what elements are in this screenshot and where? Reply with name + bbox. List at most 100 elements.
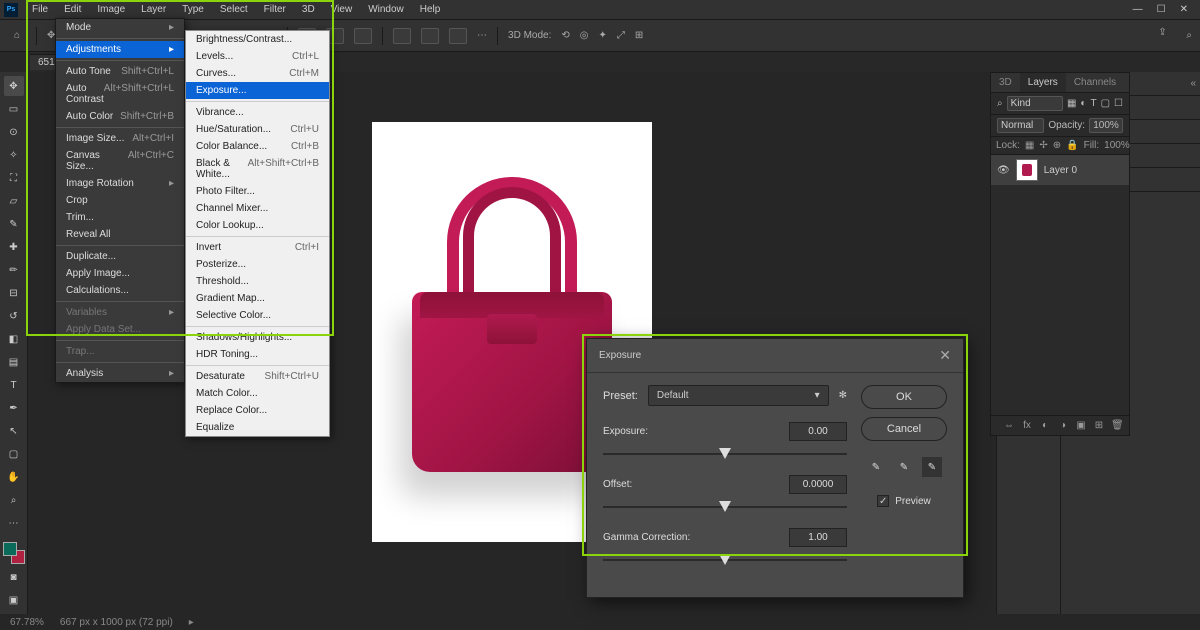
eyedropper-tool[interactable]: ✎ (4, 214, 24, 234)
submenu-item[interactable]: Black & White...Alt+Shift+Ctrl+B (186, 155, 329, 183)
stamp-tool[interactable]: ⊟ (4, 283, 24, 303)
frame-tool[interactable]: ▱ (4, 191, 24, 211)
share-icon[interactable]: ⇪ (1158, 27, 1176, 45)
cancel-button[interactable]: Cancel (861, 417, 947, 441)
visibility-icon[interactable]: 👁 (997, 165, 1010, 176)
filter-adjust-icon[interactable]: ◐ (1080, 98, 1086, 109)
distribute-btn-3[interactable] (449, 28, 467, 44)
submenu-item[interactable]: Threshold... (186, 273, 329, 290)
search-icon[interactable]: ⌕ (1186, 30, 1192, 41)
menu-3d[interactable]: 3D (294, 1, 323, 18)
submenu-item[interactable]: Equalize (186, 419, 329, 436)
opacity-value[interactable]: 100% (1089, 118, 1123, 133)
mode-3d-icon-2[interactable]: ◎ (580, 30, 589, 41)
menu-item[interactable]: Image Rotation▸ (56, 175, 184, 192)
filter-type-icon[interactable]: T (1090, 98, 1096, 109)
eraser-tool[interactable]: ◧ (4, 329, 24, 349)
submenu-item[interactable]: Channel Mixer... (186, 200, 329, 217)
tab-layers[interactable]: Layers (1020, 73, 1066, 92)
dialog-close-icon[interactable]: ✕ (939, 347, 951, 364)
lock-all-icon[interactable]: 🔒 (1066, 140, 1078, 151)
submenu-item[interactable]: Color Lookup... (186, 217, 329, 234)
lasso-tool[interactable]: ⊙ (4, 122, 24, 142)
submenu-item[interactable]: Vibrance... (186, 104, 329, 121)
menu-item[interactable]: Reveal All (56, 226, 184, 243)
menu-item[interactable]: Auto ColorShift+Ctrl+B (56, 108, 184, 125)
submenu-item[interactable]: Gradient Map... (186, 290, 329, 307)
maximize-icon[interactable]: ☐ (1157, 4, 1166, 15)
submenu-item[interactable]: Exposure... (186, 82, 329, 99)
mode-3d-icon-4[interactable]: ⤢ (617, 30, 625, 41)
mode-3d-icon-5[interactable]: ⊞ (635, 30, 643, 41)
preview-checkbox[interactable]: ✓ (877, 495, 889, 507)
align-btn-3[interactable] (354, 28, 372, 44)
menu-item[interactable]: Image Size...Alt+Ctrl+I (56, 130, 184, 147)
group-icon[interactable]: ▣ (1075, 420, 1087, 431)
history-brush-tool[interactable]: ↺ (4, 306, 24, 326)
menu-filter[interactable]: Filter (256, 1, 294, 18)
kind-dropdown[interactable]: Kind (1007, 96, 1063, 111)
eyedropper-gray-icon[interactable]: ✎ (894, 457, 914, 477)
eyedropper-white-icon[interactable]: ✎ (922, 457, 942, 477)
submenu-item[interactable]: Color Balance...Ctrl+B (186, 138, 329, 155)
lock-artboard-icon[interactable]: ⊕ (1053, 140, 1061, 151)
submenu-item[interactable]: Shadows/Highlights... (186, 329, 329, 346)
zoom-level[interactable]: 67.78% (10, 617, 44, 628)
menu-item[interactable]: Auto ContrastAlt+Shift+Ctrl+L (56, 80, 184, 108)
color-swatch[interactable] (3, 542, 25, 564)
submenu-item[interactable]: Photo Filter... (186, 183, 329, 200)
tab-3d[interactable]: 3D (991, 73, 1020, 92)
distribute-btn-2[interactable] (421, 28, 439, 44)
mode-3d-icon-1[interactable]: ⟲ (561, 30, 569, 41)
ok-button[interactable]: OK (861, 385, 947, 409)
submenu-item[interactable]: Brightness/Contrast... (186, 31, 329, 48)
layer-thumbnail[interactable] (1016, 159, 1038, 181)
menu-item[interactable]: Apply Image... (56, 265, 184, 282)
menu-help[interactable]: Help (412, 1, 449, 18)
menu-item[interactable]: Calculations... (56, 282, 184, 299)
eyedropper-black-icon[interactable]: ✎ (866, 457, 886, 477)
menu-item[interactable]: Duplicate... (56, 248, 184, 265)
offset-slider[interactable] (603, 500, 847, 514)
menu-item[interactable]: Crop (56, 192, 184, 209)
new-layer-icon[interactable]: ⊞ (1093, 420, 1105, 431)
exposure-value[interactable]: 0.00 (789, 422, 847, 441)
home-icon[interactable]: ⌂ (8, 27, 26, 45)
marquee-tool[interactable]: ▭ (4, 99, 24, 119)
menu-window[interactable]: Window (360, 1, 412, 18)
dialog-titlebar[interactable]: Exposure ✕ (587, 339, 963, 373)
menu-select[interactable]: Select (212, 1, 256, 18)
menu-item[interactable]: Canvas Size...Alt+Ctrl+C (56, 147, 184, 175)
menu-layer[interactable]: Layer (133, 1, 174, 18)
minimize-icon[interactable]: — (1133, 4, 1143, 15)
lock-pixels-icon[interactable]: ▦ (1025, 140, 1034, 151)
doc-info-arrow-icon[interactable]: ▸ (189, 617, 194, 628)
exposure-slider[interactable] (603, 447, 847, 461)
crop-tool[interactable]: ⛶ (4, 168, 24, 188)
gamma-slider[interactable] (603, 553, 847, 567)
layer-row[interactable]: 👁 Layer 0 (991, 155, 1129, 185)
healing-tool[interactable]: ✚ (4, 237, 24, 257)
edit-toolbar[interactable]: ⋯ (4, 513, 24, 533)
submenu-item[interactable]: DesaturateShift+Ctrl+U (186, 368, 329, 385)
fx-icon[interactable]: fx (1021, 420, 1033, 431)
menu-item[interactable]: Trim... (56, 209, 184, 226)
gradient-tool[interactable]: ▤ (4, 352, 24, 372)
submenu-item[interactable]: Selective Color... (186, 307, 329, 324)
close-icon[interactable]: ✕ (1180, 4, 1188, 15)
filter-shape-icon[interactable]: ▢ (1101, 98, 1110, 109)
move-tool[interactable]: ✥ (4, 76, 24, 96)
gamma-value[interactable]: 1.00 (789, 528, 847, 547)
path-tool[interactable]: ↖ (4, 421, 24, 441)
pen-tool[interactable]: ✒ (4, 398, 24, 418)
menu-file[interactable]: File (24, 1, 56, 18)
filter-pixel-icon[interactable]: ▦ (1067, 98, 1076, 109)
screen-mode-icon[interactable]: ▣ (4, 590, 24, 610)
menu-item[interactable]: Auto ToneShift+Ctrl+L (56, 63, 184, 80)
submenu-item[interactable]: InvertCtrl+I (186, 239, 329, 256)
magic-wand-tool[interactable]: ✧ (4, 145, 24, 165)
link-layers-icon[interactable]: ⇔ (1003, 420, 1015, 431)
submenu-item[interactable]: Replace Color... (186, 402, 329, 419)
distribute-btn-1[interactable] (393, 28, 411, 44)
blend-mode-dropdown[interactable]: Normal (997, 118, 1044, 133)
